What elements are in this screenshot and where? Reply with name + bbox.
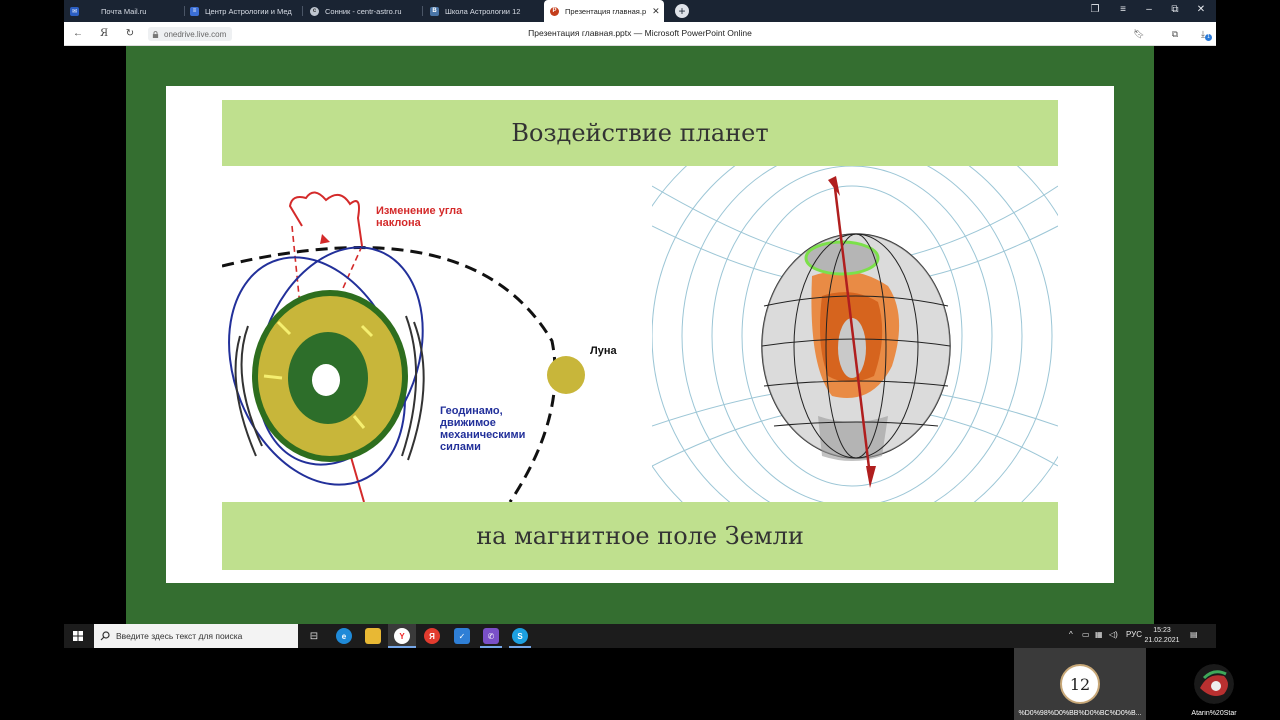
geodynamo-label-1: Геодинамо,	[440, 405, 503, 417]
taskbar-search-input[interactable]: Введите здесь текст для поиска	[94, 624, 298, 648]
tab-presentation[interactable]: P Презентация главная.p ✕	[544, 0, 664, 22]
document-icon: ≡	[190, 6, 199, 16]
yandex-icon[interactable]: Я	[424, 628, 440, 644]
tab-astro-center[interactable]: ≡ Центр Астрологии и Мед	[190, 0, 300, 22]
task-view-icon[interactable]: ⊟	[306, 628, 322, 644]
downloads-badge: 1	[1205, 34, 1212, 41]
clock-time: 15:23	[1153, 627, 1171, 634]
battery-icon[interactable]: ▭	[1082, 630, 1090, 639]
page-title: Презентация главная.pptx — Microsoft Pow…	[528, 28, 752, 38]
moon-label: Луна	[590, 345, 617, 357]
language-indicator[interactable]: РУС	[1126, 630, 1142, 639]
participant-tile[interactable]: 12 %D0%98%D0%BB%D0%BC%D0%B...	[1014, 648, 1146, 720]
whiteboard-icon[interactable]: ✓	[454, 628, 470, 644]
volume-icon[interactable]: ◁)	[1109, 630, 1118, 639]
notifications-icon[interactable]: ▤	[1190, 630, 1198, 639]
minimize-button[interactable]: –	[1142, 4, 1156, 15]
slide[interactable]: Воздействие планет Изменение угла наклон…	[166, 86, 1114, 583]
collections-icon[interactable]: ⧉	[1168, 27, 1182, 41]
powerpoint-viewer: Воздействие планет Изменение угла наклон…	[64, 46, 1216, 624]
tab-label: Презентация главная.p	[565, 6, 647, 16]
windows-start-icon[interactable]	[64, 624, 92, 648]
avatar: 12	[1060, 664, 1100, 704]
tilt-label-2: наклона	[376, 217, 422, 229]
bookmark-icon[interactable]: 🔖︎	[1132, 27, 1146, 41]
mail-icon: ✉	[70, 6, 79, 16]
search-icon	[100, 631, 110, 641]
tab-mail[interactable]: ✉ Почта Mail.ru	[70, 0, 182, 22]
skype-icon[interactable]: S	[512, 628, 528, 644]
slide-title-band: Воздействие планет	[222, 100, 1058, 166]
file-explorer-icon[interactable]	[365, 628, 381, 644]
tab-label: Школа Астрологии 12	[445, 6, 521, 16]
restore-button[interactable]: ⧉	[1168, 4, 1182, 15]
close-tab-icon[interactable]: ✕	[646, 6, 664, 17]
clock-date: 21.02.2021	[1144, 637, 1180, 644]
viber-icon[interactable]: ✆	[483, 628, 499, 644]
tilt-label-1: Изменение угла	[376, 205, 463, 217]
search-placeholder: Введите здесь текст для поиска	[116, 631, 243, 641]
geodynamo-label-2: движимое	[440, 417, 496, 429]
edge-icon[interactable]: e	[336, 628, 352, 644]
address-bar: ← Я ↻ onedrive.live.com Презентация глав…	[64, 22, 1216, 46]
geodynamo-label-3: механическими	[440, 429, 525, 441]
slide-subtitle: на магнитное поле Земли	[476, 522, 804, 550]
downloads-icon[interactable]: ⤓ 1	[1196, 27, 1212, 41]
magnetic-field-globe	[652, 166, 1058, 502]
new-tab-button[interactable]: +	[675, 4, 689, 18]
network-icon[interactable]: ▦	[1095, 630, 1103, 639]
close-window-button[interactable]: ✕	[1194, 4, 1208, 15]
clock[interactable]: 15:23 21.02.2021	[1142, 626, 1182, 646]
powerpoint-icon: P	[550, 6, 559, 16]
tab-sonnik[interactable]: c Сонник - centr-astro.ru	[310, 0, 420, 22]
participant-name: Atarin%20Star	[1191, 710, 1237, 717]
slide-title: Воздействие планет	[511, 119, 769, 147]
menu-icon[interactable]: ≡	[1116, 4, 1130, 15]
site-icon: c	[310, 6, 319, 16]
show-hidden-icons[interactable]: ^	[1069, 630, 1073, 639]
geodynamo-label-4: силами	[440, 441, 481, 453]
tab-manager-icon[interactable]: ❐	[1088, 4, 1102, 15]
browser-window: ✉ Почта Mail.ru ≡ Центр Астрологии и Мед…	[64, 0, 1216, 648]
windows-taskbar: Введите здесь текст для поиска ⊟ e Y Я ✓…	[64, 624, 1216, 648]
tab-label: Сонник - centr-astro.ru	[325, 6, 402, 16]
vk-icon: В	[430, 6, 439, 16]
tab-bar: ✉ Почта Mail.ru ≡ Центр Астрологии и Мед…	[64, 0, 1216, 22]
avatar	[1194, 664, 1234, 704]
tab-label: Почта Mail.ru	[101, 6, 147, 16]
participant-tile[interactable]: Atarin%20Star	[1148, 648, 1280, 720]
earth-moon-diagram: Изменение угла наклона Луна Геодинамо, д…	[222, 166, 652, 502]
tab-label: Центр Астрологии и Мед	[205, 6, 292, 16]
yandex-browser-icon[interactable]: Y	[394, 628, 410, 644]
participant-name: %D0%98%D0%BB%D0%BC%D0%B...	[1018, 710, 1142, 717]
slide-stage: Воздействие планет Изменение угла наклон…	[126, 46, 1154, 624]
screen: ✉ Почта Mail.ru ≡ Центр Астрологии и Мед…	[0, 0, 1280, 720]
tab-astro-school[interactable]: В Школа Астрологии 12	[430, 0, 540, 22]
slide-subtitle-band: на магнитное поле Земли	[222, 502, 1058, 570]
